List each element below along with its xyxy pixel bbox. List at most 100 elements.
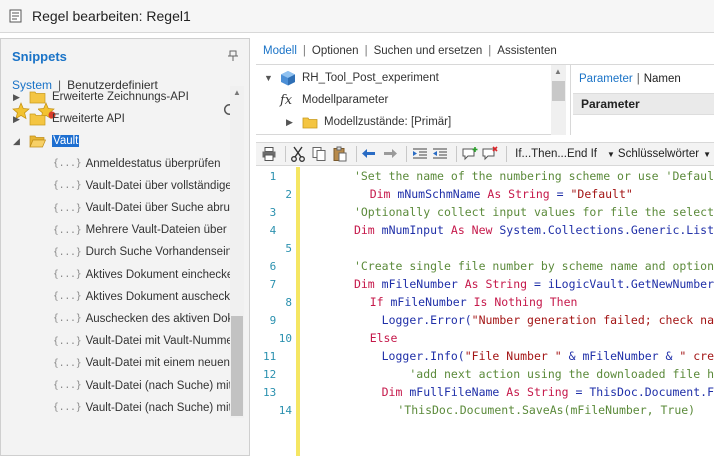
snippet-item[interactable]: {...}Durch Suche Vorhandensein von	[0, 241, 230, 263]
code-editor[interactable]: 1 'Set the name of the numbering scheme …	[256, 167, 714, 456]
snippet-tree: ▶ Erweiterte Zeichnungs-API ▶ Erweiterte AP…	[0, 86, 230, 418]
editor-toolbar: If...Then...End If ▼ Schlüsselwörter ▼	[256, 142, 714, 166]
model-root-row[interactable]: ▼ RH_Tool_Post_experiment	[256, 67, 566, 89]
line-number: 9	[269, 313, 277, 327]
tree-folder-row[interactable]: ◢ Vault	[0, 130, 230, 152]
paste-button[interactable]	[331, 145, 349, 163]
collapse-arrow-icon[interactable]: ◢	[13, 136, 23, 147]
snippet-label: Vault-Datei über vollständigen Da	[85, 179, 230, 192]
scrollbar-thumb[interactable]	[552, 81, 565, 101]
window-title: Regel bearbeiten: Regel1	[32, 8, 191, 24]
code-line[interactable]: 1 'Set the name of the numbering scheme …	[256, 167, 714, 185]
folder-icon	[29, 113, 46, 126]
scrollbar-thumb[interactable]	[231, 316, 243, 416]
code-line[interactable]: 13 Dim mFullFileName As String = ThisDoc…	[256, 383, 714, 401]
scroll-up-icon[interactable]: ▲	[554, 67, 562, 76]
code-line[interactable]: 12 'add next action using the downloaded…	[256, 365, 714, 383]
pin-icon[interactable]	[227, 50, 239, 62]
collapse-arrow-icon[interactable]: ▼	[264, 73, 274, 83]
snippet-icon: {...}	[53, 357, 82, 369]
model-params-row[interactable]: fx Modellparameter	[256, 89, 566, 111]
snippet-item[interactable]: {...} Aktives Dokument einchecken	[0, 264, 230, 286]
parameter-column-header[interactable]: Parameter	[573, 93, 714, 115]
code-line[interactable]: 6 'Create single file number by scheme n…	[256, 257, 714, 275]
code-token: 'Optionally collect input values for fil…	[326, 205, 714, 219]
expand-arrow-icon[interactable]: ▶	[13, 114, 23, 125]
snippet-item[interactable]: {...} Vault-Datei über Suche abrufen	[0, 197, 230, 219]
snippet-item[interactable]: {...}Vault-Datei über vollständigen Da	[0, 175, 230, 197]
code-line[interactable]: 2 Dim mNumSchmName As String = "Default"	[256, 185, 714, 203]
snippet-item[interactable]: {...}Vault-Datei mit einem neuen Date	[0, 352, 230, 374]
code-token: Dim	[326, 385, 403, 399]
code-line[interactable]: 7 Dim mFileNumber As String = iLogicVaul…	[256, 275, 714, 293]
code-line[interactable]: 4 Dim mNumInput As New System.Collection…	[256, 221, 714, 239]
fx-icon: fx	[280, 92, 293, 108]
code-line[interactable]: 14 'ThisDoc.Document.SaveAs(mFileNumber,…	[256, 401, 714, 419]
code-text: Dim mNumInput As New System.Collections.…	[326, 223, 714, 237]
if-then-button[interactable]: If...Then...End If	[515, 148, 597, 160]
keywords-dropdown[interactable]: ▼ Schlüsselwörter ▼	[607, 148, 714, 160]
code-line[interactable]: 8 If mFileNumber Is Nothing Then	[256, 293, 714, 311]
code-token: 'add next action using the downloaded fi…	[326, 367, 714, 381]
snippet-item[interactable]: {...} Aktives Dokument auschecken	[0, 286, 230, 308]
snippet-icon: {...}	[53, 202, 82, 214]
code-token: "File Number "	[464, 349, 562, 363]
code-token: System.Collections.Generic.List	[492, 223, 714, 237]
tab-search-replace[interactable]: Suchen und ersetzen	[374, 45, 483, 57]
line-number: 6	[269, 259, 277, 273]
tree-folder-row[interactable]: ▶ Erweiterte Zeichnungs-API	[0, 86, 230, 108]
keywords-label: Schlüsselwörter	[617, 148, 700, 160]
code-line[interactable]: 10 Else	[256, 329, 714, 347]
expand-arrow-icon[interactable]: ▶	[286, 117, 296, 128]
toolbar-separator	[355, 146, 357, 162]
snippet-item[interactable]: {...}Vault-Datei (nach Suche) mit Vau	[0, 374, 230, 396]
indent-button[interactable]	[411, 145, 429, 163]
code-text: 'Set the name of the numbering scheme or…	[326, 169, 714, 183]
folder-icon	[302, 117, 318, 129]
print-button[interactable]	[260, 145, 278, 163]
uncomment-button[interactable]	[482, 145, 500, 163]
model-states-row[interactable]: ▶ Modellzustände: [Primär]	[256, 111, 566, 133]
code-text: Dim mFullFileName As String = ThisDoc.Do…	[326, 385, 714, 399]
tab-names[interactable]: Namen	[644, 73, 681, 85]
snippet-item[interactable]: {...}Vault-Datei mit Vault-Nummerieru	[0, 330, 230, 352]
redo-button[interactable]	[381, 145, 399, 163]
line-number: 7	[269, 277, 277, 291]
line-number: 1	[269, 169, 277, 183]
code-line[interactable]: 9 Logger.Error("Number generation failed…	[256, 311, 714, 329]
redo-icon	[383, 149, 397, 158]
comment-remove-icon	[482, 146, 499, 161]
comment-button[interactable]	[461, 145, 479, 163]
copy-button[interactable]	[310, 145, 328, 163]
tab-model[interactable]: Modell	[263, 45, 297, 57]
model-tree-scrollbar[interactable]: ▲	[551, 65, 566, 135]
code-line[interactable]: 3 'Optionally collect input values for f…	[256, 203, 714, 221]
snippet-icon: {...}	[53, 291, 82, 303]
code-line[interactable]: 11 Logger.Info("File Number " & mFileNum…	[256, 347, 714, 365]
expand-arrow-icon[interactable]: ▶	[13, 92, 23, 103]
tab-separator: |	[302, 45, 306, 57]
undo-button[interactable]	[360, 145, 378, 163]
code-text: 'Create single file number by scheme nam…	[326, 259, 714, 273]
code-token: mFileNumber	[383, 295, 474, 309]
tab-wizards[interactable]: Assistenten	[497, 45, 556, 57]
tree-folder-row[interactable]: ▶ Erweiterte API	[0, 108, 230, 130]
code-token: Logger.Info(	[326, 349, 465, 363]
code-token: mFullFileName	[402, 385, 507, 399]
code-line[interactable]: 5	[256, 239, 714, 257]
scroll-up-icon[interactable]: ▲	[233, 88, 241, 97]
snippet-item[interactable]: {...}Auschecken des aktiven Dokume	[0, 308, 230, 330]
snippet-item[interactable]: {...} Anmeldestatus überprüfen	[0, 153, 230, 175]
snippet-item[interactable]: {...}Vault-Datei (nach Suche) mit eine	[0, 397, 230, 418]
tree-folder-label: Vault	[52, 135, 80, 148]
snippet-icon: {...}	[53, 180, 82, 192]
cut-button[interactable]	[290, 145, 308, 163]
dropdown-caret-icon: ▼	[607, 150, 615, 159]
outdent-button[interactable]	[431, 145, 449, 163]
cut-icon	[291, 146, 306, 162]
snippet-item[interactable]: {...}Mehrere Vault-Dateien über Such	[0, 219, 230, 241]
snippet-scrollbar[interactable]: ▲	[230, 86, 244, 418]
code-token: = ThisDoc.Document.F	[568, 385, 714, 399]
tab-parameters[interactable]: Parameter	[579, 73, 633, 85]
tab-options[interactable]: Optionen	[312, 45, 359, 57]
